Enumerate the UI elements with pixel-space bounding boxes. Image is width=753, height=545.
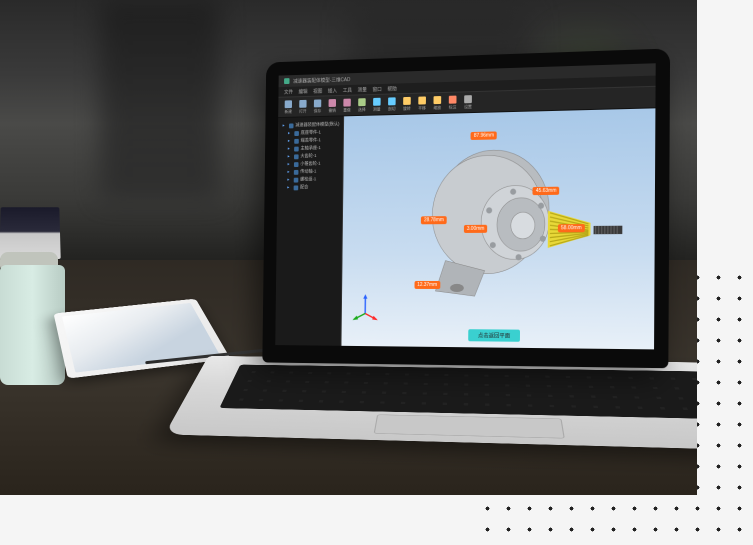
toolbar-button[interactable]: 标注 xyxy=(446,95,460,110)
component-icon xyxy=(294,177,299,182)
toolbar-button[interactable]: 保存 xyxy=(311,99,324,114)
tool-icon xyxy=(403,96,411,104)
expand-icon[interactable]: ▸ xyxy=(288,154,293,160)
tree-item-label: 大齿轮-1 xyxy=(300,153,316,159)
tool-icon xyxy=(433,96,441,104)
dimension-label[interactable]: 58.00mm xyxy=(558,224,585,232)
component-icon xyxy=(289,123,294,128)
3d-viewport[interactable]: 87.96mm 45.63mm 28.78mm 3.00mm 58.00mm 12.37m… xyxy=(341,108,655,349)
component-icon xyxy=(294,131,299,136)
tree-item-label: 传动轴-1 xyxy=(300,169,316,175)
expand-icon[interactable]: ▸ xyxy=(287,185,292,191)
tool-label: 撤销 xyxy=(328,107,335,113)
tool-label: 标注 xyxy=(449,104,457,110)
axis-triad xyxy=(351,293,379,323)
menu-item[interactable]: 工具 xyxy=(343,86,352,93)
tool-icon xyxy=(329,99,336,107)
toolbar-button[interactable]: 选择 xyxy=(355,98,368,113)
tool-label: 设置 xyxy=(464,104,472,110)
component-icon xyxy=(294,169,299,174)
laptop-screen-bezel: 减速器装配体模型-三维CAD 文件编辑视图插入工具测量窗口帮助 新建打开保存撤销… xyxy=(262,48,670,368)
component-icon xyxy=(294,146,299,151)
toolbar-button[interactable]: 旋转 xyxy=(400,96,413,111)
tool-icon xyxy=(418,96,426,104)
expand-icon[interactable]: ▸ xyxy=(288,161,293,167)
photo-scene: 减速器装配体模型-三维CAD 文件编辑视图插入工具测量窗口帮助 新建打开保存撤销… xyxy=(0,0,697,495)
expand-icon[interactable]: ▸ xyxy=(287,177,292,183)
menu-item[interactable]: 窗口 xyxy=(372,85,381,92)
tool-icon xyxy=(343,98,351,106)
tool-icon xyxy=(285,100,292,108)
tool-icon xyxy=(314,99,321,107)
tool-label: 重做 xyxy=(343,107,350,113)
dimension-label[interactable]: 12.37mm xyxy=(414,281,440,289)
tree-item-label: 底座零件-1 xyxy=(301,130,321,136)
expand-icon[interactable]: ▸ xyxy=(288,146,293,152)
tool-icon xyxy=(358,98,366,106)
menu-item[interactable]: 测量 xyxy=(357,86,366,93)
app-body: ▸减速器装配体模型(默认)▸底座零件-1▸端盖零件-1▸主轴承座-1▸大齿轮-1… xyxy=(275,108,655,349)
dimension-label[interactable]: 45.63mm xyxy=(533,187,560,195)
cad-app-window: 减速器装配体模型-三维CAD 文件编辑视图插入工具测量窗口帮助 新建打开保存撤销… xyxy=(275,63,655,349)
menu-item[interactable]: 帮助 xyxy=(387,85,396,92)
tool-label: 选择 xyxy=(358,106,366,112)
return-to-plane-button[interactable]: 点击返回平面 xyxy=(468,329,520,342)
tool-label: 新建 xyxy=(285,108,292,114)
tool-label: 保存 xyxy=(314,108,321,114)
tool-icon xyxy=(388,97,396,105)
toolbar-button[interactable]: 测量 xyxy=(370,97,383,112)
tool-label: 缩放 xyxy=(433,104,441,110)
toolbar-button[interactable]: 缩放 xyxy=(431,95,445,110)
dimension-label[interactable]: 87.96mm xyxy=(471,131,497,140)
tree-item-label: 螺栓组-1 xyxy=(300,176,316,182)
dimension-label[interactable]: 3.00mm xyxy=(464,225,487,233)
tool-label: 旋转 xyxy=(403,105,411,111)
tool-icon xyxy=(373,97,381,105)
tree-item-label: 主轴承座-1 xyxy=(300,145,320,151)
tree-item-label: 配合 xyxy=(300,184,308,190)
expand-icon[interactable]: ▸ xyxy=(288,138,293,144)
laptop-trackpad xyxy=(374,414,565,438)
window-title: 减速器装配体模型-三维CAD xyxy=(293,76,350,85)
tree-item-label: 减速器装配体模型(默认) xyxy=(295,121,339,128)
toolbar-button[interactable]: 重做 xyxy=(340,98,353,113)
tree-item[interactable]: ▸ 配合 xyxy=(280,183,340,192)
expand-icon[interactable]: ▸ xyxy=(283,123,288,129)
tool-label: 打开 xyxy=(299,108,306,114)
menu-item[interactable]: 插入 xyxy=(328,87,337,94)
app-icon xyxy=(284,78,290,84)
component-icon xyxy=(294,138,299,143)
tool-icon xyxy=(449,95,457,103)
laptop-keys xyxy=(219,365,697,420)
menu-item[interactable]: 编辑 xyxy=(298,88,307,95)
gearbox-model xyxy=(341,108,655,349)
toolbar-button[interactable]: 平移 xyxy=(415,96,428,111)
tool-label: 测量 xyxy=(373,106,381,112)
menu-item[interactable]: 文件 xyxy=(284,88,293,95)
laptop-keyboard-base xyxy=(165,356,697,452)
laptop-screen: 减速器装配体模型-三维CAD 文件编辑视图插入工具测量窗口帮助 新建打开保存撤销… xyxy=(275,63,655,349)
tool-icon xyxy=(299,99,306,107)
background-figure xyxy=(100,0,220,200)
menu-item[interactable]: 视图 xyxy=(313,87,322,94)
component-icon xyxy=(294,162,299,167)
tool-label: 剖切 xyxy=(388,106,396,112)
toolbar-button[interactable]: 新建 xyxy=(282,100,295,115)
expand-icon[interactable]: ▸ xyxy=(288,130,293,136)
toolbar-button[interactable]: 设置 xyxy=(461,95,475,110)
tree-item-label: 端盖零件-1 xyxy=(301,137,321,143)
toolbar-button[interactable]: 撤销 xyxy=(326,98,339,113)
tree-item-label: 小锥齿轮-1 xyxy=(300,161,320,167)
feature-tree-panel: ▸减速器装配体模型(默认)▸底座零件-1▸端盖零件-1▸主轴承座-1▸大齿轮-1… xyxy=(275,116,344,345)
tool-label: 平移 xyxy=(418,105,426,111)
component-icon xyxy=(294,185,299,190)
laptop: 减速器装配体模型-三维CAD 文件编辑视图插入工具测量窗口帮助 新建打开保存撤销… xyxy=(207,47,697,495)
component-icon xyxy=(294,154,299,159)
expand-icon[interactable]: ▸ xyxy=(287,169,292,175)
toolbar-button[interactable]: 打开 xyxy=(296,99,309,114)
tool-icon xyxy=(464,95,472,103)
toolbar-button[interactable]: 剖切 xyxy=(385,97,398,112)
dimension-label[interactable]: 28.78mm xyxy=(421,216,447,224)
